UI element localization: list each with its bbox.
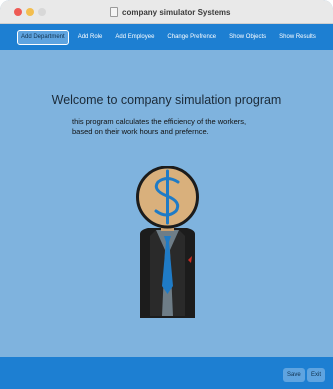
show-results-button[interactable]: Show Results — [275, 30, 320, 45]
businessman-dollar-head-icon — [136, 166, 199, 318]
save-button[interactable]: Save — [283, 368, 305, 382]
main-toolbar: Add Department Add Role Add Employee Cha… — [0, 24, 333, 50]
description-line-1: this program calculates the efficiency o… — [72, 117, 247, 126]
change-preference-button[interactable]: Change Prefrence — [163, 30, 220, 45]
exit-button[interactable]: Exit — [307, 368, 326, 382]
title-bar: company simulator Systems — [0, 0, 333, 24]
zoom-window-button[interactable] — [38, 8, 46, 16]
add-employee-button[interactable]: Add Employee — [111, 30, 158, 45]
minimize-window-button[interactable] — [26, 8, 34, 16]
description-line-2: based on their work hours and prefernce. — [72, 126, 209, 136]
window-title-text: company simulator Systems — [122, 7, 231, 17]
add-department-button[interactable]: Add Department — [17, 29, 69, 45]
show-objects-button[interactable]: Show Objects — [225, 30, 270, 45]
add-role-button[interactable]: Add Role — [74, 30, 107, 45]
close-window-button[interactable] — [14, 8, 22, 16]
bottom-bar: Save Exit — [0, 357, 333, 389]
description-text: this program calculates the efficiency o… — [72, 117, 312, 136]
welcome-heading: Welcome to company simulation program — [51, 93, 282, 107]
app-window: company simulator Systems Add Department… — [0, 0, 333, 389]
window-title: company simulator Systems — [110, 5, 230, 19]
document-icon — [110, 7, 118, 17]
